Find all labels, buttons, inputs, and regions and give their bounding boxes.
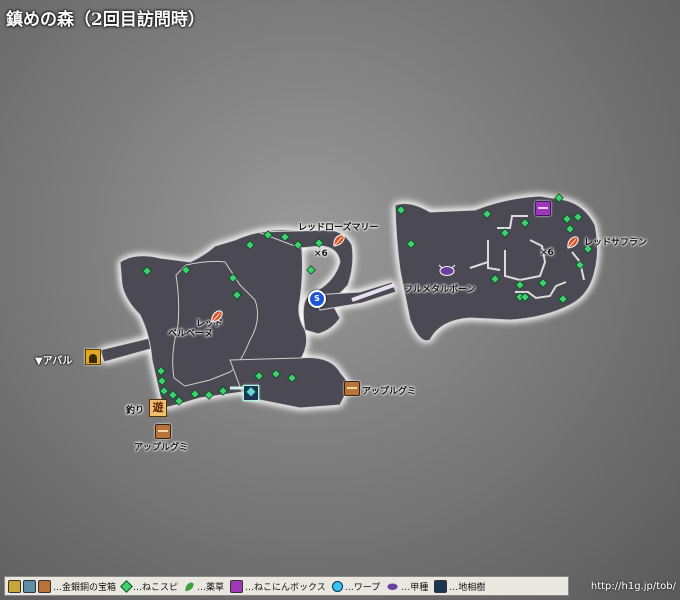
legend-cat-spot-text: …ねこスピ — [133, 582, 179, 593]
label-exit-abal: ▼アバル — [35, 356, 73, 367]
herb-icon — [333, 234, 345, 247]
legend-chests: …金銀銅の宝箱 — [8, 579, 117, 593]
legend-cat-box-text: …ねこにんボックス — [245, 582, 326, 593]
cat-box-icon[interactable] — [535, 201, 551, 216]
chest-icon[interactable] — [155, 424, 171, 439]
herb-icon — [567, 236, 579, 249]
legend: …金銀銅の宝箱 …ねこスピ …薬草 …ねこにんボックス …ワープ …甲種 …地相… — [4, 576, 569, 596]
legend-herb: …薬草 — [184, 580, 224, 593]
chest-icon — [8, 579, 21, 593]
beetle-icon — [438, 264, 456, 276]
label-apple-gummy-east: アップルグミ — [362, 387, 417, 397]
chest-icon — [38, 579, 51, 593]
chest-icon — [23, 579, 36, 593]
legend-chests-text: …金銀銅の宝箱 — [53, 582, 117, 593]
gate-icon[interactable] — [85, 349, 101, 365]
legend-warp-text: …ワープ — [344, 582, 381, 593]
cat-spot-icon — [120, 579, 133, 593]
legend-cat-spot: …ねこスピ — [120, 579, 179, 593]
credit-url[interactable]: http://h1g.jp/tob/ — [591, 581, 676, 592]
label-count-a: ×6 — [314, 249, 328, 259]
legend-tree: …地相樹 — [434, 579, 486, 593]
chest-icon[interactable] — [344, 381, 360, 396]
legend-beetle: …甲種 — [386, 580, 428, 593]
label-red-rosemary: レッドローズマリー — [298, 223, 379, 233]
label-red-berbena-2: ベルベーヌ — [168, 329, 214, 339]
map-canvas: 鎮めの森（2回目訪問時） レッドローズマリー ×6 レッド ベルベーヌ レッドサ… — [0, 0, 680, 600]
warp-icon — [331, 580, 343, 592]
legend-beetle-text: …甲種 — [401, 582, 429, 593]
label-count-b: ×6 — [540, 248, 554, 258]
tree-icon — [434, 579, 448, 593]
herb-icon — [185, 581, 194, 591]
label-fishing: 釣り — [126, 406, 145, 416]
cat-box-icon — [230, 579, 244, 593]
terrain-layer — [99, 193, 598, 409]
tree-icon[interactable] — [243, 384, 259, 401]
legend-warp: …ワープ — [331, 580, 381, 593]
legend-herb-text: …薬草 — [197, 582, 225, 593]
label-red-saffron: レッドサフラン — [584, 238, 648, 248]
fishing-icon[interactable]: 遊 — [149, 399, 167, 417]
herb-icon — [211, 310, 223, 323]
label-full-metal-bone: フルメタルボーン — [404, 285, 476, 295]
label-apple-gummy-south: アップルグミ — [134, 443, 189, 453]
legend-cat-box: …ねこにんボックス — [230, 579, 326, 593]
legend-tree-text: …地相樹 — [449, 582, 486, 593]
warp-icon[interactable]: S — [308, 290, 326, 308]
beetle-icon — [387, 583, 398, 590]
